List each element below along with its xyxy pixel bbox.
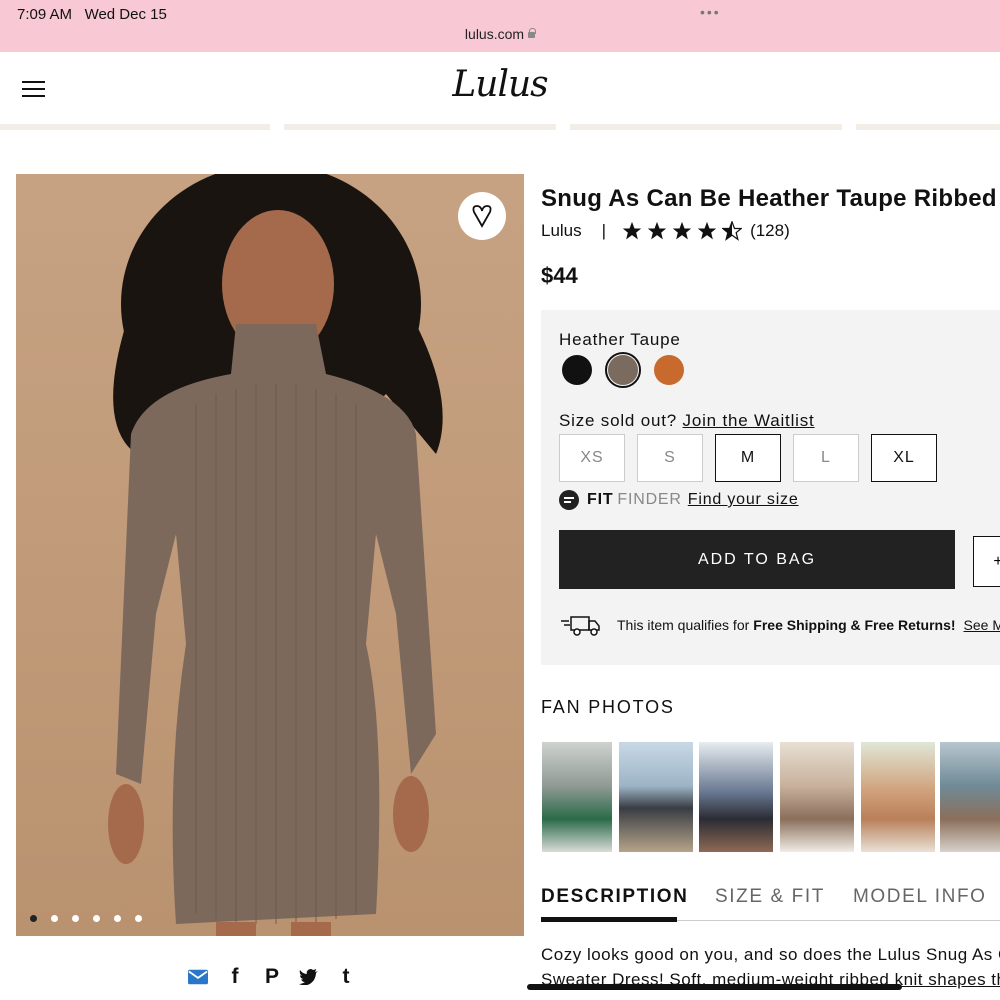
star-icon	[672, 221, 692, 240]
fit-label: FIT	[587, 491, 614, 508]
carousel-dot[interactable]	[30, 915, 37, 922]
finder-label: FINDER	[617, 491, 682, 508]
address-bar[interactable]: lulus.com	[0, 26, 1000, 42]
lock-icon	[528, 28, 537, 38]
add-more-button[interactable]: +	[973, 536, 1000, 587]
tab-size-fit[interactable]: SIZE & FIT	[715, 886, 825, 908]
selected-color-label: Heather Taupe	[559, 330, 681, 349]
twitter-icon[interactable]	[299, 964, 319, 990]
carousel-dots	[30, 915, 142, 922]
fan-photo[interactable]	[542, 742, 612, 852]
tumblr-icon[interactable]: t	[336, 964, 356, 990]
site-header: Lulus	[0, 52, 1000, 124]
color-swatch-rust[interactable]	[651, 352, 687, 388]
email-icon[interactable]	[188, 964, 208, 990]
size-s-button[interactable]: S	[637, 434, 703, 482]
separator: |	[601, 221, 607, 240]
fan-photo[interactable]	[861, 742, 935, 852]
color-swatch-black[interactable]	[559, 352, 595, 388]
fan-photos-strip	[542, 742, 1000, 852]
product-tabs: DESCRIPTION SIZE & FIT MODEL INFO	[541, 886, 1000, 922]
size-selector: XS S M L XL	[559, 434, 937, 482]
star-icon	[622, 221, 642, 240]
star-icon	[647, 221, 667, 240]
tab-model-info[interactable]: MODEL INFO	[853, 886, 987, 908]
fan-photo[interactable]	[699, 742, 773, 852]
color-swatches	[559, 352, 687, 388]
brand-name[interactable]: Lulus	[541, 221, 582, 241]
status-bar: 7:09 AM Wed Dec 15 ••• lulus.com	[0, 0, 1000, 52]
star-icon	[697, 221, 717, 240]
share-icons: f P t	[188, 964, 356, 990]
find-your-size-link[interactable]: Find your size	[688, 491, 799, 509]
active-tab-indicator	[541, 917, 677, 922]
fan-photo[interactable]	[940, 742, 1000, 852]
color-swatch-heather-taupe[interactable]	[605, 352, 641, 388]
join-waitlist-link[interactable]: Join the Waitlist	[683, 411, 815, 430]
shipping-info: This item qualifies for Free Shipping & …	[561, 613, 1000, 637]
wishlist-heart-icon[interactable]	[458, 192, 506, 240]
size-sold-out-message: Size sold out? Join the Waitlist	[559, 411, 815, 430]
add-to-bag-button[interactable]: ADD TO BAG	[559, 530, 955, 589]
shipping-bold: Free Shipping & Free Returns!	[753, 617, 956, 633]
carousel-dot[interactable]	[51, 915, 58, 922]
home-indicator[interactable]	[527, 984, 902, 990]
fan-photo[interactable]	[780, 742, 854, 852]
shipping-prefix: This item qualifies for	[617, 617, 750, 633]
brand-rating-line: Lulus | (128)	[541, 221, 790, 241]
size-l-button[interactable]: L	[793, 434, 859, 482]
fit-finder-icon	[559, 490, 579, 510]
size-xl-button[interactable]: XL	[871, 434, 937, 482]
product-image[interactable]	[16, 174, 524, 936]
product-price: $44	[541, 263, 578, 288]
site-logo[interactable]: Lulus	[0, 64, 1000, 105]
size-m-button[interactable]: M	[715, 434, 781, 482]
status-time: 7:09 AM Wed Dec 15	[17, 6, 167, 23]
carousel-dot[interactable]	[114, 915, 121, 922]
product-options-panel: Heather Taupe Size sold out? Join the Wa…	[541, 310, 1000, 665]
carousel-dot[interactable]	[72, 915, 79, 922]
url-text: lulus.com	[464, 26, 525, 42]
tab-description[interactable]: DESCRIPTION	[541, 886, 688, 908]
promo-strip	[0, 124, 1000, 130]
model-illustration	[108, 174, 443, 936]
facebook-icon[interactable]: f	[225, 964, 245, 990]
fan-photos-title: FAN PHOTOS	[541, 697, 675, 717]
description-line: Cozy looks good on you, and so does the …	[541, 945, 1000, 964]
fit-finder: FIT FINDER Find your size	[559, 490, 799, 510]
see-more-link[interactable]: See M	[964, 617, 1000, 633]
carousel-dot[interactable]	[93, 915, 100, 922]
size-xs-button[interactable]: XS	[559, 434, 625, 482]
shipping-truck-icon	[561, 616, 600, 636]
star-rating[interactable]	[622, 221, 743, 241]
multitask-dots-icon[interactable]: •••	[700, 4, 721, 20]
review-count[interactable]: (128)	[750, 221, 790, 241]
pinterest-icon[interactable]: P	[262, 964, 282, 990]
product-title: Snug As Can Be Heather Taupe Ribbed I	[541, 185, 1000, 212]
fan-photo[interactable]	[619, 742, 693, 852]
half-star-icon	[722, 221, 743, 241]
carousel-dot[interactable]	[135, 915, 142, 922]
